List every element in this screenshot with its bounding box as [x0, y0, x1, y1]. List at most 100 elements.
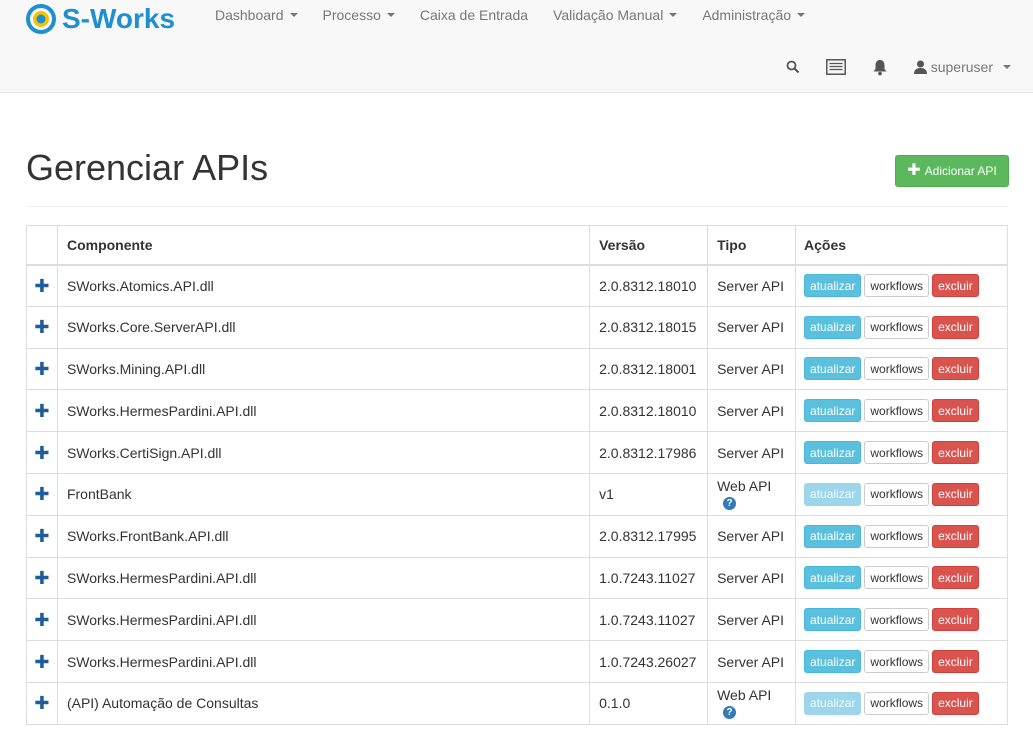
list-icon[interactable] — [825, 59, 846, 75]
user-icon — [913, 60, 927, 74]
workflows-button[interactable]: workflows — [864, 274, 930, 298]
row-expander-cell: ✚ — [26, 640, 58, 683]
tipo-label: Server API — [717, 611, 785, 628]
nav-item-valida-o-manual[interactable]: Validação Manual — [553, 6, 678, 24]
nav-item-label: Validação Manual — [553, 7, 664, 23]
delete-button[interactable]: excluir — [932, 691, 979, 715]
update-button[interactable]: atualizar — [804, 274, 862, 298]
row-expander-cell: ✚ — [26, 556, 58, 600]
expand-plus-icon[interactable]: ✚ — [34, 360, 49, 378]
workflows-button[interactable]: workflows — [864, 608, 930, 632]
cell-versao: 2.0.8312.18010 — [589, 264, 709, 307]
update-button[interactable]: atualizar — [804, 650, 862, 674]
cell-tipo: Server API — [707, 347, 797, 391]
delete-button[interactable]: excluir — [932, 441, 979, 465]
delete-button[interactable]: excluir — [932, 524, 979, 548]
update-button[interactable]: atualizar — [804, 608, 862, 632]
cell-componente: SWorks.Atomics.API.dll — [56, 264, 591, 307]
api-table: Componente Versão Tipo Ações ✚ SWorks.Ato… — [26, 225, 1008, 725]
table-row: ✚ SWorks.Atomics.API.dll 2.0.8312.18010 Ser… — [26, 264, 1008, 307]
bell-icon[interactable] — [872, 59, 888, 76]
delete-button[interactable]: excluir — [932, 566, 979, 590]
cell-versao: 1.0.7243.11027 — [589, 556, 709, 600]
update-button[interactable]: atualizar — [804, 524, 862, 548]
expand-plus-icon[interactable]: ✚ — [34, 611, 49, 629]
tipo-label: Server API — [717, 402, 785, 419]
expand-plus-icon[interactable]: ✚ — [34, 485, 49, 503]
update-button[interactable]: atualizar — [804, 399, 862, 423]
cell-componente: SWorks.Mining.API.dll — [56, 347, 591, 391]
workflows-button[interactable]: workflows — [864, 524, 930, 548]
cell-componente: SWorks.FrontBank.API.dll — [56, 514, 591, 558]
chevron-down-icon — [386, 13, 395, 17]
header-componente[interactable]: Componente — [56, 225, 591, 266]
cell-versao: 0.1.0 — [589, 681, 709, 725]
delete-button[interactable]: excluir — [932, 399, 979, 423]
workflows-button[interactable]: workflows — [864, 315, 930, 339]
chevron-down-icon — [797, 13, 806, 17]
expand-plus-icon[interactable]: ✚ — [34, 402, 49, 420]
nav-item-label: Dashboard — [215, 7, 284, 23]
username: superuser — [930, 59, 993, 75]
cell-componente: FrontBank — [56, 472, 591, 516]
expand-plus-icon[interactable]: ✚ — [34, 569, 49, 587]
workflows-button[interactable]: workflows — [864, 399, 930, 423]
brand[interactable]: S-Works — [26, 2, 175, 36]
cell-acoes: atualizar workflows excluir — [795, 514, 1008, 558]
row-expander-cell: ✚ — [26, 305, 58, 349]
update-button[interactable]: atualizar — [804, 357, 862, 381]
workflows-button[interactable]: workflows — [864, 691, 930, 715]
update-button[interactable]: atualizar — [804, 482, 862, 506]
nav-item-administra-o[interactable]: Administração — [702, 6, 806, 24]
update-button[interactable]: atualizar — [804, 566, 862, 590]
cell-versao: 2.0.8312.18001 — [589, 347, 709, 391]
delete-button[interactable]: excluir — [932, 482, 979, 506]
update-button[interactable]: atualizar — [804, 315, 862, 339]
row-expander-cell: ✚ — [26, 389, 58, 433]
workflows-button[interactable]: workflows — [864, 482, 930, 506]
expand-plus-icon[interactable]: ✚ — [34, 318, 49, 336]
workflows-button[interactable]: workflows — [864, 357, 930, 381]
expand-plus-icon[interactable]: ✚ — [34, 444, 49, 462]
nav-right: superuser — [786, 57, 1011, 77]
update-button[interactable]: atualizar — [804, 691, 862, 715]
cell-tipo: Server API — [707, 305, 797, 349]
table-row: ✚ SWorks.CertiSign.API.dll 2.0.8312.17986 S… — [26, 431, 1008, 474]
tipo-label: Server API — [717, 277, 785, 294]
page-title: Gerenciar APIs — [26, 147, 269, 188]
delete-button[interactable]: excluir — [932, 274, 979, 298]
plus-icon: ✚ — [907, 162, 921, 179]
cell-acoes: atualizar workflows excluir — [795, 264, 1008, 307]
cell-acoes: atualizar workflows excluir — [795, 598, 1008, 642]
header-versao[interactable]: Versão — [589, 225, 709, 266]
expand-plus-icon[interactable]: ✚ — [34, 527, 49, 545]
nav-item-caixa-de-entrada[interactable]: Caixa de Entrada — [420, 6, 528, 24]
update-button[interactable]: atualizar — [804, 441, 862, 465]
delete-button[interactable]: excluir — [932, 608, 979, 632]
delete-button[interactable]: excluir — [932, 650, 979, 674]
tipo-label: Server API — [717, 528, 785, 545]
help-icon[interactable]: ? — [723, 497, 737, 511]
nav-item-label: Administração — [702, 7, 792, 23]
add-api-button[interactable]: ✚ Adicionar API — [895, 155, 1009, 187]
table-row: ✚ SWorks.HermesPardini.API.dll 2.0.8312.18… — [26, 389, 1008, 433]
search-icon[interactable] — [786, 60, 800, 74]
cell-componente: SWorks.CertiSign.API.dll — [56, 431, 591, 474]
expand-plus-icon[interactable]: ✚ — [34, 694, 49, 712]
table-row: ✚ SWorks.Mining.API.dll 2.0.8312.18001 Serv… — [26, 347, 1008, 391]
nav-item-processo[interactable]: Processo — [323, 6, 395, 24]
cell-componente: SWorks.HermesPardini.API.dll — [56, 598, 591, 642]
help-icon[interactable]: ? — [723, 706, 737, 720]
expand-plus-icon[interactable]: ✚ — [34, 277, 49, 295]
delete-button[interactable]: excluir — [932, 357, 979, 381]
cell-componente: SWorks.HermesPardini.API.dll — [56, 556, 591, 600]
cell-versao: 2.0.8312.18015 — [589, 305, 709, 349]
workflows-button[interactable]: workflows — [864, 650, 930, 674]
user-menu[interactable]: superuser — [913, 59, 1011, 75]
workflows-button[interactable]: workflows — [864, 441, 930, 465]
workflows-button[interactable]: workflows — [864, 566, 930, 590]
header-tipo[interactable]: Tipo — [707, 225, 797, 266]
expand-plus-icon[interactable]: ✚ — [34, 653, 49, 671]
nav-item-dashboard[interactable]: Dashboard — [215, 6, 298, 24]
delete-button[interactable]: excluir — [932, 315, 979, 339]
